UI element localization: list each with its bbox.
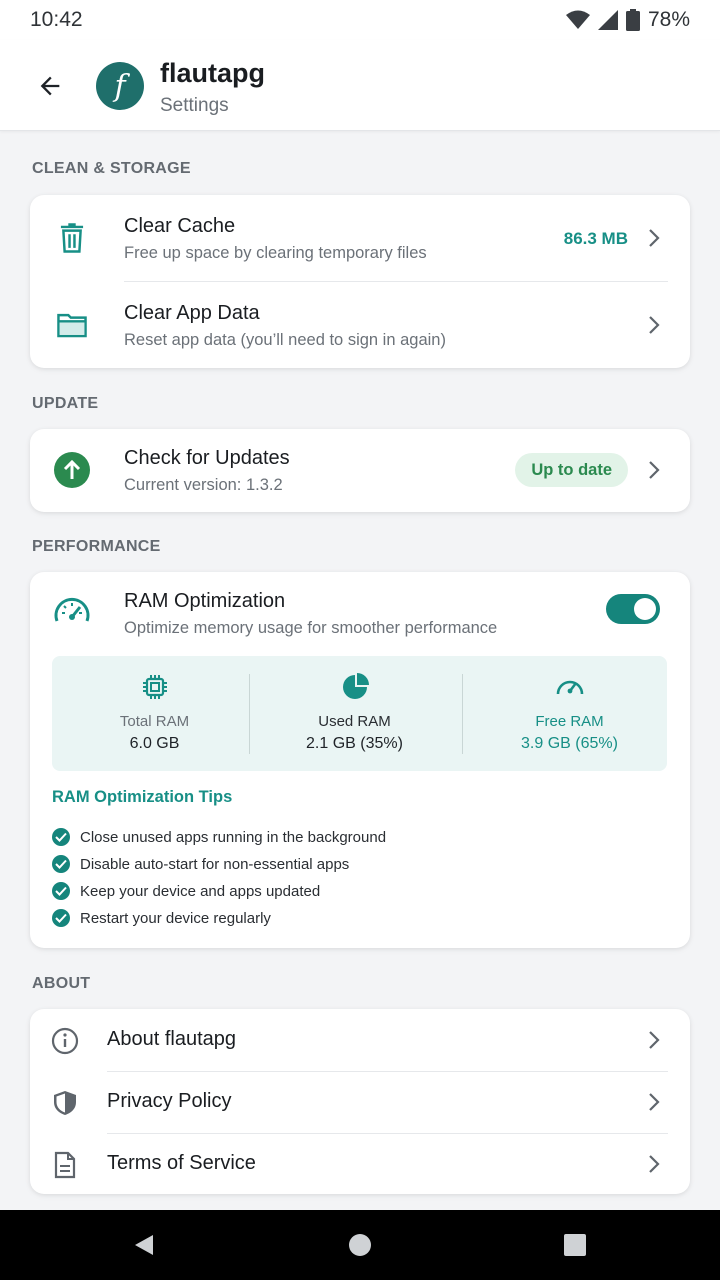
chevron-right-icon	[642, 1090, 666, 1114]
free-ram-stat: Free RAM 3.9 GB (65%)	[467, 656, 672, 771]
page-subtitle: Settings	[160, 95, 229, 116]
speedometer-icon	[467, 673, 672, 701]
divider	[249, 674, 250, 754]
clean-storage-card: Clear Cache Free up space by clearing te…	[30, 195, 690, 368]
tip-item: Restart your device regularly	[52, 907, 271, 929]
chevron-right-icon	[642, 313, 666, 337]
folder-icon	[52, 305, 92, 345]
tip-item: Close unused apps running in the backgro…	[52, 826, 386, 848]
tip-text: Disable auto-start for non-essential app…	[80, 855, 350, 873]
back-button[interactable]	[30, 66, 70, 106]
triangle-back-icon	[135, 1235, 153, 1255]
system-nav-bar	[0, 1210, 720, 1280]
about-app-label: About flautapg	[107, 1028, 236, 1050]
about-app-row[interactable]: About flautapg	[30, 1009, 690, 1071]
privacy-policy-label: Privacy Policy	[107, 1090, 232, 1112]
cell-signal-icon	[597, 10, 618, 30]
tip-text: Keep your device and apps updated	[80, 882, 321, 900]
chevron-right-icon	[642, 1028, 666, 1052]
check-circle-icon	[52, 855, 70, 873]
total-ram-label: Total RAM	[119, 713, 190, 730]
nav-back-button[interactable]	[128, 1230, 158, 1260]
used-ram-value: 2.1 GB (35%)	[306, 735, 403, 752]
info-icon	[50, 1026, 80, 1056]
battery-percent: 78%	[647, 8, 690, 31]
arrow-up-circle-icon	[52, 450, 92, 490]
update-card: Check for Updates Current version: 1.3.2…	[30, 429, 690, 512]
chevron-right-icon	[642, 226, 666, 250]
document-icon	[50, 1150, 80, 1180]
chip-icon	[52, 673, 257, 701]
arrow-left-icon	[40, 76, 60, 96]
check-circle-icon	[52, 828, 70, 846]
ram-stats-panel: Total RAM 6.0 GB Used RAM 2.1 GB (35%) F…	[52, 656, 667, 771]
privacy-policy-row[interactable]: Privacy Policy	[30, 1071, 690, 1133]
total-ram-stat: Total RAM 6.0 GB	[52, 656, 257, 771]
app-title: flautapg	[160, 58, 265, 88]
chevron-right-icon	[642, 458, 666, 482]
battery-icon	[625, 9, 640, 31]
tip-item: Disable auto-start for non-essential app…	[52, 853, 349, 875]
tip-text: Close unused apps running in the backgro…	[80, 828, 387, 846]
check-circle-icon	[52, 909, 70, 927]
performance-card: RAM Optimization Optimize memory usage f…	[30, 572, 690, 948]
terms-of-service-label: Terms of Service	[107, 1152, 256, 1174]
clear-cache-subtitle: Free up space by clearing temporary file…	[124, 244, 427, 262]
nav-home-button[interactable]	[345, 1230, 375, 1260]
circle-home-icon	[349, 1234, 371, 1256]
shield-icon	[50, 1088, 80, 1118]
status-badge: Up to date	[515, 453, 628, 487]
section-label-about: ABOUT	[32, 975, 91, 992]
square-recents-icon	[564, 1234, 586, 1256]
check-circle-icon	[52, 882, 70, 900]
total-ram-value: 6.0 GB	[129, 735, 180, 752]
status-time: 10:42	[30, 8, 83, 31]
app-logo: f	[96, 62, 144, 110]
check-updates-title: Check for Updates	[124, 447, 290, 469]
current-version: Current version: 1.3.2	[124, 476, 283, 494]
section-label-clean-storage: CLEAN & STORAGE	[32, 160, 191, 177]
tip-text: Restart your device regularly	[80, 909, 271, 927]
chevron-right-icon	[642, 1152, 666, 1176]
toggle-knob	[634, 598, 656, 620]
ram-optimization-subtitle: Optimize memory usage for smoother perfo…	[124, 619, 498, 637]
check-updates-row[interactable]: Check for Updates Current version: 1.3.2…	[30, 429, 690, 512]
status-icons: 78%	[565, 8, 690, 32]
terms-of-service-row[interactable]: Terms of Service	[30, 1133, 690, 1195]
clear-cache-title: Clear Cache	[124, 215, 236, 237]
tip-item: Keep your device and apps updated	[52, 880, 320, 902]
section-label-performance: PERFORMANCE	[32, 538, 161, 555]
cache-size-value: 86.3 MB	[563, 229, 628, 248]
clear-app-data-subtitle: Reset app data (you’ll need to sign in a…	[124, 331, 446, 349]
speedometer-icon	[52, 590, 92, 630]
clear-app-data-row[interactable]: Clear App Data Reset app data (you’ll ne…	[30, 282, 690, 368]
clear-cache-row[interactable]: Clear Cache Free up space by clearing te…	[30, 195, 690, 281]
trash-icon	[52, 218, 92, 258]
app-bar: f flautapg Settings	[0, 40, 720, 131]
ram-tips-title: RAM Optimization Tips	[52, 788, 233, 806]
clear-app-data-title: Clear App Data	[124, 302, 260, 324]
about-card: About flautapg Privacy Policy Terms of S…	[30, 1009, 690, 1194]
used-ram-stat: Used RAM 2.1 GB (35%)	[252, 656, 457, 771]
nav-recents-button[interactable]	[560, 1230, 590, 1260]
used-ram-label: Used RAM	[318, 713, 391, 730]
ram-optimization-toggle[interactable]	[606, 594, 660, 624]
free-ram-value: 3.9 GB (65%)	[521, 735, 618, 752]
pie-chart-icon	[252, 673, 457, 701]
divider	[462, 674, 463, 754]
section-label-update: UPDATE	[32, 395, 99, 412]
ram-optimization-title: RAM Optimization	[124, 590, 286, 612]
wifi-icon	[565, 10, 590, 29]
status-bar: 10:42 78%	[0, 0, 720, 40]
free-ram-label: Free RAM	[535, 713, 604, 730]
